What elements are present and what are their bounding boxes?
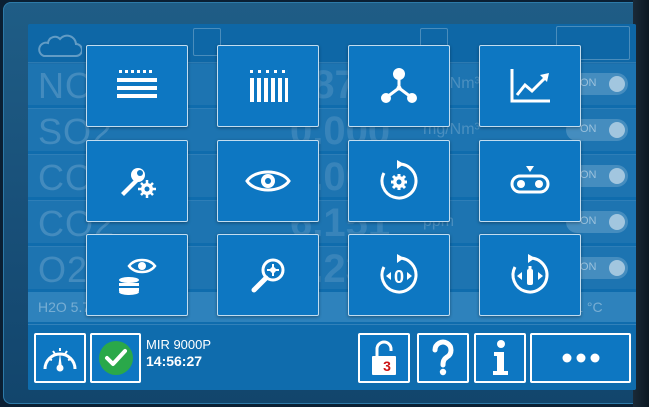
list-icon: [117, 70, 157, 98]
lock-button[interactable]: 3: [358, 333, 410, 383]
access-level-number: 3: [383, 358, 391, 374]
network-icon: [381, 68, 417, 103]
menu-tile-trend[interactable]: [479, 45, 581, 127]
svg-text:0: 0: [394, 267, 404, 287]
screen: NOx 987.5 mg/Nm³ ON SO2 0.000 mg/Nm³ ON …: [28, 24, 636, 390]
conveyor-icon: [510, 166, 550, 194]
menu-tile-zero[interactable]: 0: [348, 234, 450, 316]
span-calibration-icon: [511, 254, 549, 294]
maintenance-tools-icon: [121, 168, 156, 198]
zero-calibration-icon: 0: [380, 254, 418, 294]
gauge-button[interactable]: [34, 333, 86, 383]
eye-database-icon: [119, 258, 157, 295]
gas-label: O2: [38, 249, 89, 290]
eye-icon: [245, 170, 291, 192]
columns-icon: [250, 70, 288, 102]
cloud-icon: [38, 34, 82, 57]
menu-tile-span[interactable]: [479, 234, 581, 316]
more-icon: [562, 353, 599, 363]
menu-tile-columns[interactable]: [217, 45, 319, 127]
menu-tile-network[interactable]: [348, 45, 450, 127]
device-name: MIR 9000P: [146, 337, 212, 352]
device-time: 14:56:27: [146, 353, 203, 369]
gear-cycle-icon: [380, 160, 418, 200]
gauge-icon: [43, 348, 77, 372]
more-button[interactable]: [530, 333, 631, 383]
menu-tile-data[interactable]: [86, 234, 188, 316]
magnifier-icon: [251, 258, 285, 293]
check-circle-icon: [98, 341, 133, 375]
help-button[interactable]: [417, 333, 469, 383]
info-button[interactable]: [474, 333, 526, 383]
menu-tile-search[interactable]: [217, 234, 319, 316]
menu-tile-conveyor[interactable]: [479, 140, 581, 222]
menu-tile-maintenance[interactable]: [86, 140, 188, 222]
info-icon: [493, 340, 508, 375]
menu-tile-cycle[interactable]: [348, 140, 450, 222]
trend-chart-icon: [510, 69, 550, 103]
menu-tile-list[interactable]: [86, 45, 188, 127]
bottom-bar: MIR 9000P 14:56:27 3: [28, 324, 636, 390]
status-ok-button[interactable]: [90, 333, 141, 383]
question-mark-icon: [432, 339, 454, 376]
menu-tile-view[interactable]: [217, 140, 319, 222]
